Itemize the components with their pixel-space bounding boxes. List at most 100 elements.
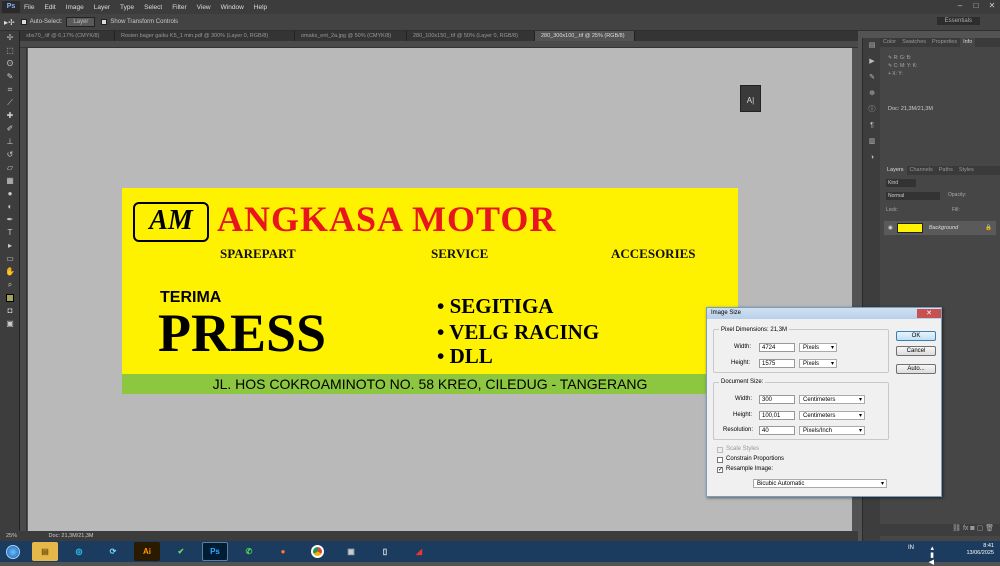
illustrator-icon[interactable]: Ai — [134, 542, 160, 561]
pen-icon[interactable]: ✒ — [0, 213, 20, 226]
character-panel-icon[interactable]: A| — [740, 85, 761, 112]
blur-icon[interactable]: ● — [0, 187, 20, 200]
menu-filter[interactable]: Filter — [172, 4, 186, 11]
menu-type[interactable]: Type — [120, 4, 134, 11]
path-select-icon[interactable]: ▸ — [0, 239, 20, 252]
ok-button[interactable]: OK — [896, 331, 936, 341]
start-button[interactable] — [2, 542, 24, 561]
history-brush-icon[interactable]: ↺ — [0, 148, 20, 161]
trash-icon[interactable]: 🗑 — [985, 525, 994, 532]
firefox-icon[interactable]: ● — [270, 542, 296, 561]
width-px-unit[interactable]: Pixels — [799, 343, 837, 352]
crop-icon[interactable]: ⌗ — [0, 83, 20, 96]
dialog-close-button[interactable]: ✕ — [917, 309, 941, 318]
workspace-switcher[interactable]: Essentials — [936, 17, 980, 25]
close-icon[interactable]: ✕ — [984, 0, 1000, 12]
layer-row-background[interactable]: ◉ Background 🔒 — [884, 221, 996, 235]
lasso-icon[interactable]: ʘ — [0, 57, 20, 70]
blend-mode-dropdown[interactable]: Normal — [886, 192, 940, 200]
width-px-input[interactable]: 4724 — [759, 343, 795, 352]
quick-mask-icon[interactable]: ◘ — [0, 304, 20, 317]
maximize-icon[interactable]: □ — [968, 0, 984, 12]
adjustments-icon[interactable]: ◑ — [863, 150, 881, 166]
doc-tab-active[interactable]: 280_300x100_.tif @ 25% (RGB/8) — [535, 31, 635, 41]
new-layer-icon[interactable]: ▢ — [977, 525, 984, 532]
doc-tab[interactable]: omaks_ent_2a.jpg @ 50% (CMYK/8) — [295, 31, 407, 41]
stamp-icon[interactable]: ⊥ — [0, 135, 20, 148]
type-icon[interactable]: T — [0, 226, 20, 239]
move-tool-icon[interactable]: ▸✢ — [4, 18, 15, 27]
layer-comps-icon[interactable]: ▥ — [863, 134, 881, 150]
resolution-input[interactable]: 40 — [759, 426, 795, 435]
pdf-icon[interactable]: ◢ — [406, 542, 432, 561]
history-icon[interactable]: ▤ — [863, 38, 881, 54]
quick-select-icon[interactable]: ✎ — [0, 70, 20, 83]
screen-mode-icon[interactable]: ▣ — [0, 317, 20, 330]
menu-file[interactable]: File — [24, 4, 34, 11]
menu-window[interactable]: Window — [221, 4, 244, 11]
auto-select-dropdown[interactable]: Layer — [66, 17, 96, 27]
eraser-icon[interactable]: ▱ — [0, 161, 20, 174]
resample-checkbox[interactable]: ✓ — [717, 467, 723, 473]
clock-date[interactable]: 13/06/2025 — [966, 550, 994, 557]
explorer-icon[interactable]: ▤ — [32, 542, 58, 561]
width-cm-input[interactable]: 300 — [759, 395, 795, 404]
doc-tab[interactable]: sbs70_.tif @ 6,17% (CMYK/8) — [20, 31, 115, 41]
banner-artwork[interactable]: AM ANGKASA MOTOR SPAREPART SERVICE ACCES… — [122, 188, 738, 394]
show-transform-checkbox[interactable] — [101, 19, 108, 25]
move-icon[interactable]: ✢ — [0, 31, 20, 44]
menu-layer[interactable]: Layer — [94, 4, 110, 11]
color-swatches-icon[interactable] — [0, 291, 20, 304]
resolution-unit[interactable]: Pixels/Inch — [799, 426, 865, 435]
info-icon[interactable]: ⓘ — [863, 102, 881, 118]
auto-select-checkbox[interactable] — [20, 19, 27, 25]
width-cm-unit[interactable]: Centimeters — [799, 395, 865, 404]
menu-select[interactable]: Select — [144, 4, 162, 11]
auto-button[interactable]: Auto... — [896, 364, 936, 374]
height-cm-unit[interactable]: Centimeters — [799, 411, 865, 420]
monitor-app-icon[interactable]: ▣ — [338, 542, 364, 561]
healing-icon[interactable]: ✚ — [0, 109, 20, 122]
zoom-level[interactable]: 25% — [6, 533, 17, 539]
tab-paths[interactable]: Paths — [936, 166, 956, 175]
clock-time[interactable]: 8:41 — [966, 543, 994, 550]
tab-layers[interactable]: Layers — [884, 166, 907, 175]
shape-icon[interactable]: ▭ — [0, 252, 20, 265]
cancel-button[interactable]: Cancel — [896, 346, 936, 356]
zoom-icon[interactable]: ⌕ — [0, 278, 20, 291]
sync-icon[interactable]: ⟳ — [100, 542, 126, 561]
layer-kind-filter[interactable]: Kind — [886, 179, 916, 187]
link-icon[interactable]: ⛓ — [952, 525, 961, 532]
brush-icon[interactable]: ✐ — [0, 122, 20, 135]
language-indicator[interactable]: IN — [908, 545, 914, 552]
tab-styles[interactable]: Styles — [956, 166, 977, 175]
photoshop-taskbar-icon[interactable]: Ps — [202, 542, 228, 561]
document-app-icon[interactable]: ▯ — [372, 542, 398, 561]
menu-image[interactable]: Image — [66, 4, 84, 11]
corel-icon[interactable]: ◎ — [66, 542, 92, 561]
menu-view[interactable]: View — [197, 4, 211, 11]
hand-icon[interactable]: ✋ — [0, 265, 20, 278]
menu-edit[interactable]: Edit — [44, 4, 55, 11]
minimize-icon[interactable]: – — [952, 0, 968, 12]
clone-source-icon[interactable]: ⊕ — [863, 86, 881, 102]
constrain-checkbox[interactable] — [717, 457, 723, 463]
whatsapp-icon[interactable]: ✆ — [236, 542, 262, 561]
doc-tab[interactable]: 280_100x150_.tif @ 50% (Layer 0, RGB/8) — [407, 31, 535, 41]
tab-properties[interactable]: Properties — [929, 38, 960, 47]
dodge-icon[interactable]: ◐ — [0, 200, 20, 213]
eye-icon[interactable]: ◉ — [888, 225, 893, 231]
gradient-icon[interactable]: ▦ — [0, 174, 20, 187]
brush-panel-icon[interactable]: ✎ — [863, 70, 881, 86]
eyedropper-icon[interactable]: ⟋ — [0, 96, 20, 109]
network-icon[interactable]: ▴ ▮ ◀ — [929, 545, 934, 566]
actions-icon[interactable]: ▶ — [863, 54, 881, 70]
paragraph-icon[interactable]: ¶ — [863, 118, 881, 134]
scale-styles-checkbox[interactable] — [717, 447, 723, 453]
tab-swatches[interactable]: Swatches — [899, 38, 929, 47]
tab-info[interactable]: Info — [960, 38, 976, 47]
height-px-input[interactable]: 1575 — [759, 359, 795, 368]
tab-channels[interactable]: Channels — [907, 166, 936, 175]
doc-tab[interactable]: Rosien bager gaiku K5_1 min.pdf @ 300% (… — [115, 31, 295, 41]
menu-help[interactable]: Help — [254, 4, 267, 11]
